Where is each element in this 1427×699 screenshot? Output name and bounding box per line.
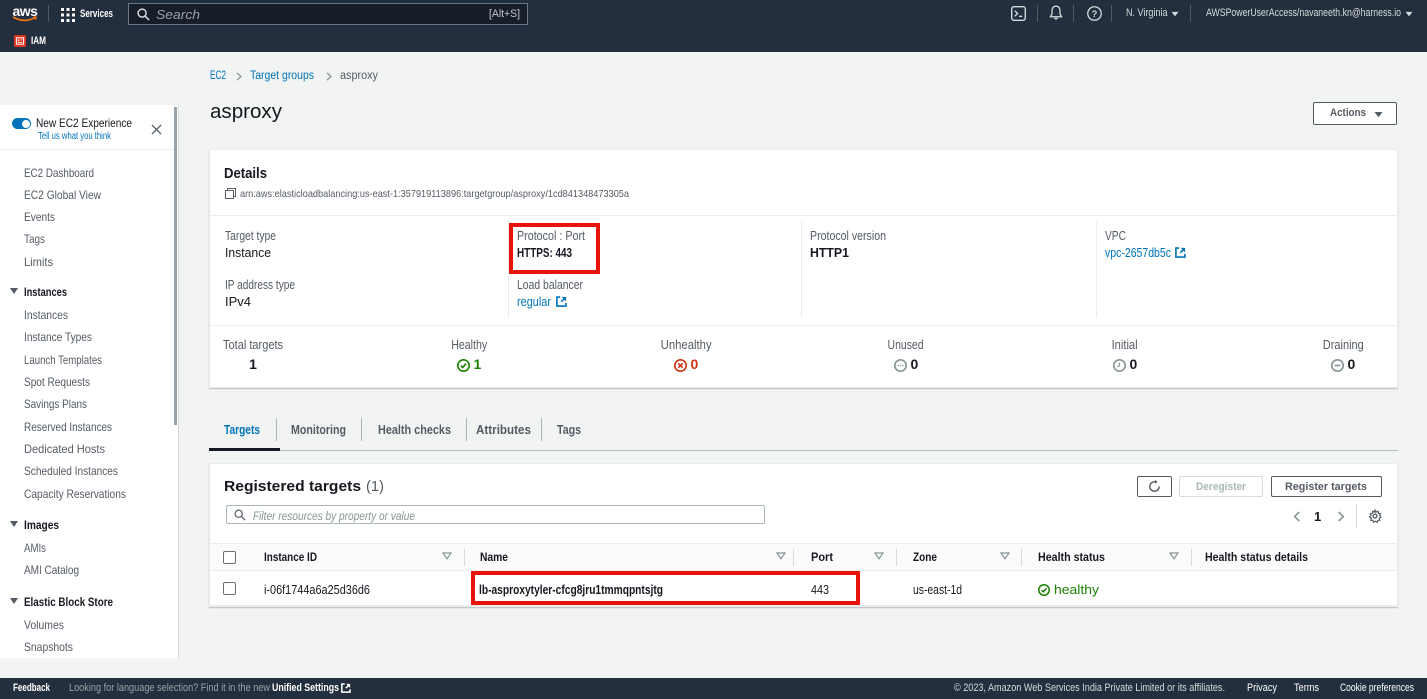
svg-text:?: ? [1092, 9, 1098, 19]
